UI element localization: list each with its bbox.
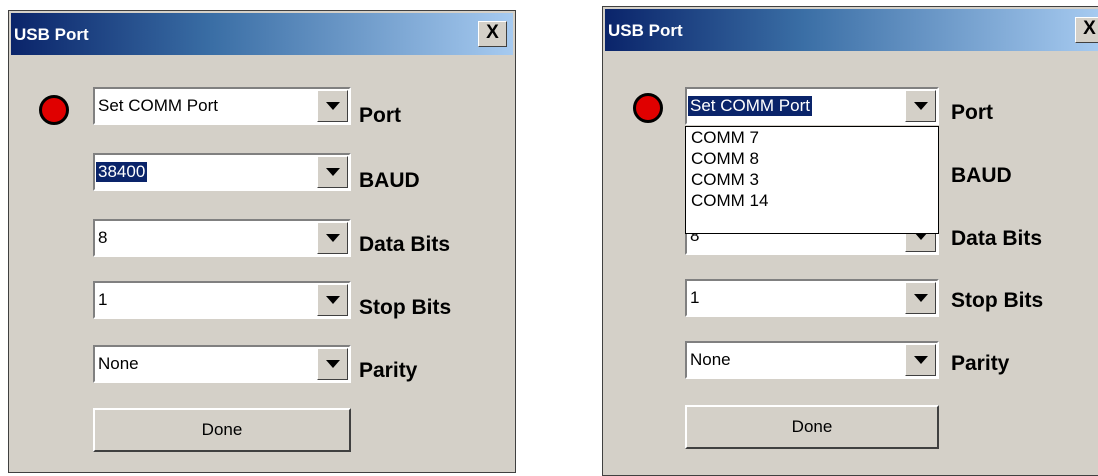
chevron-down-icon: [914, 102, 928, 110]
port-select-value: Set COMM Port: [688, 96, 812, 116]
chevron-down-icon: [914, 356, 928, 364]
chevron-down-icon: [914, 294, 928, 302]
port-label: Port: [951, 101, 993, 124]
list-item[interactable]: COMM 7: [686, 127, 938, 148]
chevron-down-icon: [326, 360, 340, 368]
title-bar[interactable]: USB Port X: [11, 13, 513, 55]
port-select-value: Set COMM Port: [98, 96, 218, 115]
chevron-down-icon: [326, 102, 340, 110]
stop-bits-select[interactable]: 1: [93, 281, 351, 319]
chevron-down-icon: [326, 296, 340, 304]
parity-dropdown-button[interactable]: [905, 344, 936, 376]
stop-bits-dropdown-button[interactable]: [317, 284, 348, 316]
parity-select[interactable]: None: [93, 345, 351, 383]
parity-label: Parity: [951, 352, 1010, 375]
parity-select-value: None: [98, 354, 139, 373]
status-led-icon: [39, 95, 69, 125]
data-bits-select-value: 8: [98, 228, 108, 247]
usb-port-dialog-right: USB Port X Set COMM Port Port BAUD 8 Dat…: [602, 6, 1098, 476]
port-dropdown-button[interactable]: [317, 90, 348, 122]
status-led-icon: [633, 93, 663, 123]
stop-bits-select[interactable]: 1: [685, 279, 939, 317]
data-bits-label: Data Bits: [359, 233, 451, 256]
stop-bits-label: Stop Bits: [359, 296, 452, 319]
data-bits-dropdown-button[interactable]: [317, 222, 348, 254]
done-button[interactable]: Done: [685, 405, 939, 449]
window-title: USB Port: [608, 21, 683, 40]
parity-select-value: None: [690, 350, 731, 369]
close-icon[interactable]: X: [478, 21, 507, 47]
stop-bits-dropdown-button[interactable]: [905, 282, 936, 314]
list-item[interactable]: COMM 8: [686, 148, 938, 169]
port-label: Port: [359, 104, 401, 127]
baud-select[interactable]: 38400: [93, 153, 351, 191]
baud-select-value: 38400: [96, 162, 148, 182]
usb-port-dialog-left: USB Port X Set COMM Port Port 38400 BAUD…: [8, 10, 516, 473]
title-bar[interactable]: USB Port X: [605, 9, 1098, 51]
stop-bits-label: Stop Bits: [951, 289, 1044, 312]
baud-label: BAUD: [951, 164, 1012, 187]
stop-bits-select-value: 1: [98, 290, 108, 309]
baud-label: BAUD: [359, 169, 420, 192]
port-dropdown-list[interactable]: COMM 7 COMM 8 COMM 3 COMM 14: [685, 126, 939, 234]
parity-label: Parity: [359, 359, 418, 382]
list-item[interactable]: COMM 14: [686, 190, 938, 211]
port-select[interactable]: Set COMM Port: [685, 87, 939, 125]
baud-dropdown-button[interactable]: [317, 156, 348, 188]
port-dropdown-button[interactable]: [905, 90, 936, 122]
parity-dropdown-button[interactable]: [317, 348, 348, 380]
parity-select[interactable]: None: [685, 341, 939, 379]
stop-bits-select-value: 1: [690, 288, 700, 307]
data-bits-select[interactable]: 8: [93, 219, 351, 257]
data-bits-label: Data Bits: [951, 227, 1043, 250]
done-button[interactable]: Done: [93, 408, 351, 452]
window-title: USB Port: [14, 25, 89, 44]
chevron-down-icon: [326, 168, 340, 176]
port-select[interactable]: Set COMM Port: [93, 87, 351, 125]
close-icon[interactable]: X: [1075, 17, 1098, 43]
chevron-down-icon: [326, 234, 340, 242]
list-item[interactable]: COMM 3: [686, 169, 938, 190]
